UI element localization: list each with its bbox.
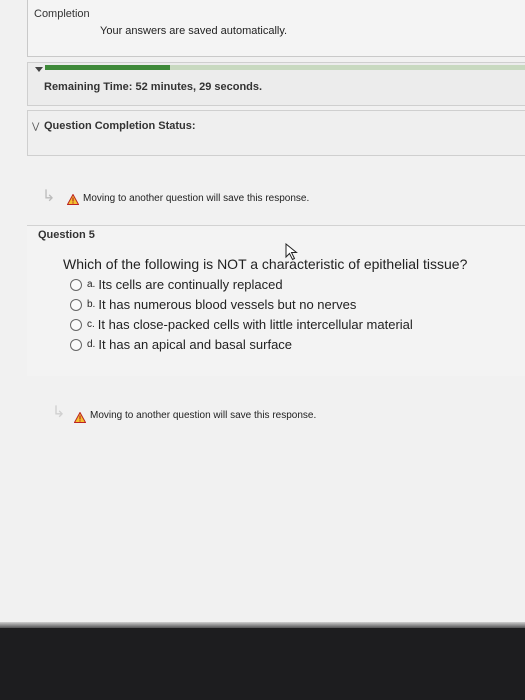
warning-triangle-icon — [67, 194, 79, 205]
option-text: Its cells are continually replaced — [98, 277, 283, 292]
expand-chevron-icon[interactable]: ⋁ — [32, 121, 39, 132]
question-number: Question 5 — [38, 229, 95, 241]
remaining-time-label: Remaining Time: — [44, 81, 133, 93]
answer-option-d[interactable]: d. It has an apical and basal surface — [70, 337, 292, 352]
radio-button-d[interactable] — [70, 338, 82, 351]
remaining-time: Remaining Time: 52 minutes, 29 seconds. — [44, 81, 262, 93]
option-letter: a. — [87, 279, 96, 290]
monitor-bezel — [0, 628, 525, 700]
nav-arrow-icon: ↳ — [42, 188, 56, 205]
autosave-message: Your answers are saved automatically. — [100, 25, 288, 37]
option-letter: c. — [87, 319, 95, 330]
radio-button-b[interactable] — [70, 298, 82, 311]
radio-button-a[interactable] — [70, 278, 82, 291]
option-text: It has an apical and basal surface — [98, 337, 293, 352]
completion-status-panel — [27, 110, 525, 156]
option-letter: d. — [87, 339, 96, 350]
answer-option-c[interactable]: c. It has close-packed cells with little… — [70, 317, 413, 332]
remaining-time-value: 52 minutes, 29 seconds. — [135, 81, 263, 93]
collapse-arrow-icon[interactable] — [35, 67, 43, 72]
nav-arrow-icon: ↳ — [52, 404, 66, 421]
completion-status-toggle[interactable]: Question Completion Status: — [44, 120, 196, 132]
option-text: It has numerous blood vessels but no ner… — [98, 297, 357, 312]
save-warning-top: Moving to another question will save thi… — [83, 193, 310, 204]
question-text: Which of the following is NOT a characte… — [63, 256, 468, 272]
answer-option-b[interactable]: b. It has numerous blood vessels but no … — [70, 297, 356, 312]
warning-triangle-icon — [74, 412, 86, 423]
time-progress-bar — [45, 65, 525, 70]
answer-option-a[interactable]: a. Its cells are continually replaced — [70, 277, 283, 292]
time-progress-fill — [45, 65, 170, 70]
radio-button-c[interactable] — [70, 318, 82, 331]
option-letter: b. — [87, 299, 96, 310]
save-warning-bottom: Moving to another question will save thi… — [90, 410, 317, 421]
completion-label: Completion — [34, 8, 90, 20]
option-text: It has close-packed cells with little in… — [97, 317, 413, 332]
